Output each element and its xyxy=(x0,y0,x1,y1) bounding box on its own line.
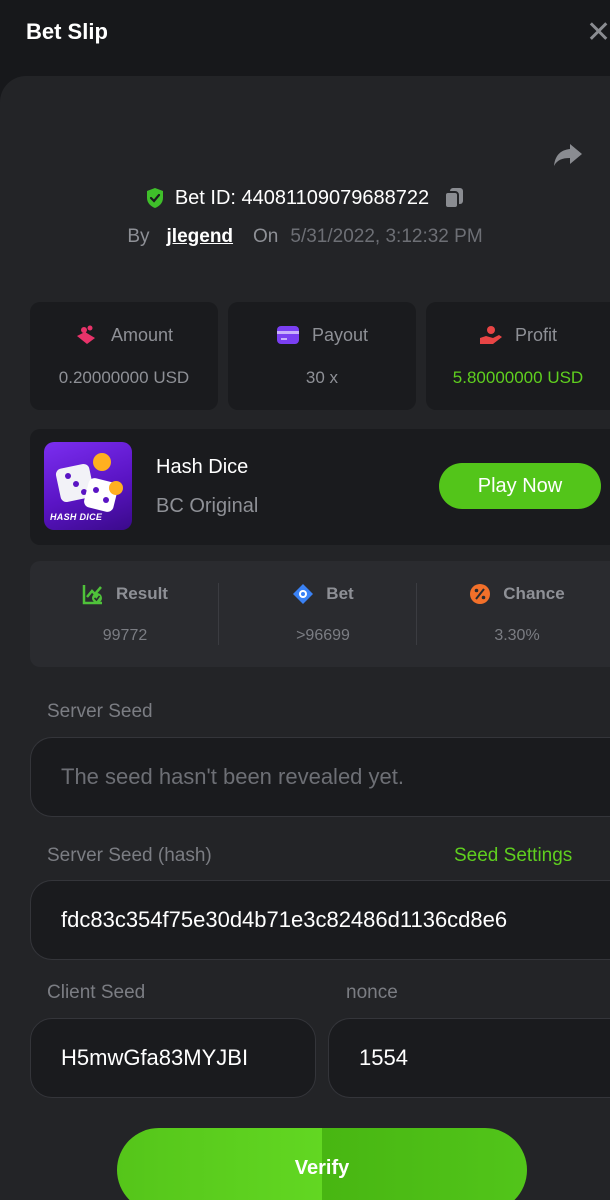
percent-icon xyxy=(470,584,491,604)
close-icon[interactable]: ✕ xyxy=(586,18,610,48)
stat-value: 30 x xyxy=(305,368,339,387)
hand-coin-icon xyxy=(479,326,502,344)
stat-value: 5.80000000 USD xyxy=(452,368,584,387)
server-seed-label: Server Seed xyxy=(47,701,153,722)
share-icon[interactable] xyxy=(552,138,584,170)
game-card: HASH DICE Hash Dice BC Original Play Now xyxy=(30,429,610,545)
stat-label: Amount xyxy=(110,324,174,345)
chance-label: Chance xyxy=(503,584,565,603)
nonce-value: 1554 xyxy=(359,1045,408,1070)
stat-label: Payout xyxy=(311,324,369,345)
on-label: On xyxy=(253,226,279,247)
bet-label: Bet xyxy=(326,584,354,603)
game-subtitle: BC Original xyxy=(156,495,259,517)
header: Bet Slip ✕ xyxy=(0,0,610,76)
stat-payout: Payout 30 x xyxy=(228,302,416,410)
username-link[interactable]: jlegend xyxy=(167,226,234,248)
server-seed-hash-label: Server Seed (hash) xyxy=(47,845,212,866)
client-seed-field[interactable]: H5mwGfa83MYJBI xyxy=(30,1018,316,1098)
server-seed-placeholder: The seed hasn't been revealed yet. xyxy=(61,764,404,789)
shield-icon xyxy=(146,188,163,208)
nonce-field[interactable]: 1554 xyxy=(328,1018,610,1098)
bet-id-row: Bet ID: 44081109079688722 xyxy=(0,183,610,213)
copy-icon[interactable] xyxy=(443,186,465,210)
stat-amount: Amount 0.20000000 USD xyxy=(30,302,218,410)
result-column: Result 99772 xyxy=(30,561,220,667)
result-card: Result 99772 Bet >96699 Chance 3.30% xyxy=(30,561,610,667)
bet-meta-row: By jlegend On 5/31/2022, 3:12:32 PM xyxy=(0,222,610,252)
client-seed-value: H5mwGfa83MYJBI xyxy=(61,1045,249,1070)
seed-settings-link[interactable]: Seed Settings xyxy=(454,845,572,867)
bet-value: >96699 xyxy=(296,627,350,644)
server-seed-field[interactable]: The seed hasn't been revealed yet. xyxy=(30,737,610,817)
game-thumbnail[interactable]: HASH DICE xyxy=(44,442,132,530)
client-seed-label: Client Seed xyxy=(47,982,146,1003)
chance-column: Chance 3.30% xyxy=(422,561,610,667)
stat-profit: Profit 5.80000000 USD xyxy=(426,302,610,410)
divider xyxy=(218,583,219,645)
card-icon xyxy=(276,326,299,344)
stat-value: 0.20000000 USD xyxy=(58,368,190,387)
chance-value: 3.30% xyxy=(494,627,540,644)
bet-date: 5/31/2022, 3:12:32 PM xyxy=(290,226,483,247)
play-now-button[interactable]: Play Now xyxy=(439,463,601,509)
coins-icon xyxy=(76,325,95,344)
stat-label: Profit xyxy=(514,324,557,345)
result-label: Result xyxy=(116,584,168,603)
divider xyxy=(416,583,417,645)
page-title: Bet Slip xyxy=(26,19,108,44)
result-value: 99772 xyxy=(102,627,148,644)
bet-id: Bet ID: 44081109079688722 xyxy=(174,186,430,209)
server-seed-hash-field[interactable]: fdc83c354f75e30d4b71e3c82486d1136cd8e6 xyxy=(30,880,610,960)
by-label: By xyxy=(127,226,150,247)
chart-check-icon xyxy=(82,585,103,605)
bet-column: Bet >96699 xyxy=(228,561,418,667)
game-title: Hash Dice xyxy=(156,456,249,478)
nonce-label: nonce xyxy=(346,982,398,1003)
thumb-label: HASH DICE xyxy=(50,512,103,522)
server-seed-hash-value: fdc83c354f75e30d4b71e3c82486d1136cd8e6 xyxy=(61,907,508,932)
target-icon xyxy=(293,584,314,604)
verify-button[interactable]: Verify xyxy=(117,1128,527,1200)
